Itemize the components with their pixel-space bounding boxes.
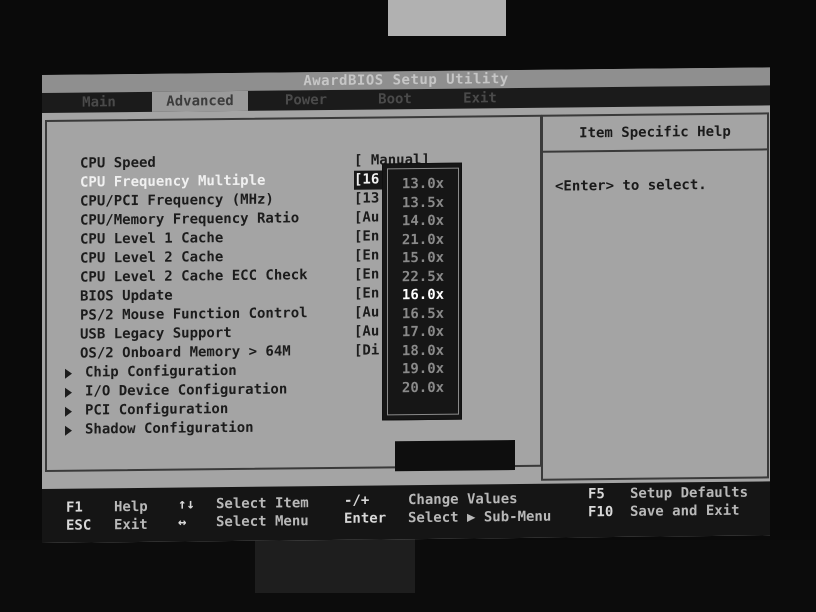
f5-key: F5 xyxy=(588,486,605,503)
setting-label: PS/2 Mouse Function Control xyxy=(80,305,308,324)
f10-desc: Save and Exit xyxy=(630,502,740,520)
setting-label: CPU Frequency Multiple xyxy=(80,172,266,191)
tab-exit[interactable]: Exit xyxy=(450,88,510,109)
popup-option[interactable]: 17.0x xyxy=(388,323,458,342)
setting-value[interactable]: [Au xyxy=(354,208,379,227)
setting-value[interactable]: [Au xyxy=(354,322,379,341)
multiplier-popup[interactable]: 13.0x 13.5x 14.0x 21.0x 15.0x 22.5x 16.0… xyxy=(382,162,462,421)
screen-glare xyxy=(388,0,506,36)
setting-label: BIOS Update xyxy=(80,287,173,305)
esc-desc: Exit xyxy=(114,516,148,534)
help-title: Item Specific Help xyxy=(543,114,767,153)
setting-label: CPU Level 2 Cache ECC Check xyxy=(80,267,308,286)
setting-label: CPU Level 2 Cache xyxy=(80,249,224,267)
monitor-stand xyxy=(255,532,415,593)
tab-advanced[interactable]: Advanced xyxy=(152,90,248,112)
setting-label: CPU/Memory Frequency Ratio xyxy=(80,210,300,229)
popup-option[interactable]: 18.0x xyxy=(388,341,458,360)
leftright-desc: Select Menu xyxy=(216,513,309,531)
plusminus-key: -/+ xyxy=(344,492,370,509)
leftright-key: ↔ xyxy=(178,514,187,531)
setting-label: CPU Speed xyxy=(80,154,156,172)
setting-value[interactable]: [En xyxy=(354,246,379,265)
setting-value[interactable]: [13 xyxy=(354,189,379,208)
help-panel: Item Specific Help <Enter> to select. xyxy=(541,112,769,481)
submenu-label: Chip Configuration xyxy=(85,362,237,381)
submenu-shadow-configuration[interactable]: Shadow Configuration xyxy=(47,416,540,440)
popup-option[interactable]: 19.0x xyxy=(388,360,458,379)
enter-desc: Select ▶ Sub-Menu xyxy=(408,508,552,527)
popup-option[interactable]: 22.5x xyxy=(388,267,458,286)
setting-label: USB Legacy Support xyxy=(80,325,232,343)
submenu-arrow-icon xyxy=(65,425,72,436)
submenu-arrow-icon xyxy=(65,368,72,379)
popup-option-selected[interactable]: 16.0x xyxy=(388,286,458,305)
submenu-arrow-icon xyxy=(65,406,72,417)
key-legend: F1 Help ESC Exit ↑↓ Select Item ↔ Select… xyxy=(42,481,770,543)
tab-boot[interactable]: Boot xyxy=(362,89,428,110)
popup-option[interactable]: 21.0x xyxy=(388,230,458,249)
popup-option[interactable]: 16.5x xyxy=(388,304,458,323)
setting-label: OS/2 Onboard Memory > 64M xyxy=(80,343,291,362)
popup-shadow xyxy=(395,440,515,472)
setting-label: CPU/PCI Frequency (MHz) xyxy=(80,191,274,210)
setting-value[interactable]: [En xyxy=(354,265,379,284)
popup-option[interactable]: 13.5x xyxy=(388,193,458,212)
enter-key: Enter xyxy=(344,510,387,527)
settings-panel: CPU Speed [ Manual] CPU Frequency Multip… xyxy=(45,114,542,472)
f10-key: F10 xyxy=(588,504,614,521)
f1-key: F1 xyxy=(66,499,83,516)
setting-label: CPU Level 1 Cache xyxy=(80,230,224,248)
submenu-label: I/O Device Configuration xyxy=(85,381,288,400)
setting-value[interactable]: [16 xyxy=(354,170,379,189)
updown-key: ↑↓ xyxy=(178,496,195,513)
plusminus-desc: Change Values xyxy=(408,491,518,509)
popup-option[interactable]: 15.0x xyxy=(388,249,458,268)
setting-value[interactable]: [Di xyxy=(354,341,379,360)
popup-option[interactable]: 13.0x xyxy=(388,175,458,194)
tab-power[interactable]: Power xyxy=(270,90,342,111)
bios-screen: AwardBIOS Setup Utility Main Advanced Po… xyxy=(42,67,770,543)
tab-main[interactable]: Main xyxy=(64,92,134,113)
setting-value[interactable]: [Au xyxy=(354,303,379,322)
submenu-label: Shadow Configuration xyxy=(85,419,254,438)
submenu-arrow-icon xyxy=(65,387,72,398)
help-text: <Enter> to select. xyxy=(555,177,707,195)
setting-value[interactable]: [En xyxy=(354,284,379,303)
esc-key: ESC xyxy=(66,517,92,534)
setting-value[interactable]: [En xyxy=(354,227,379,246)
popup-option[interactable]: 20.0x xyxy=(388,378,458,397)
popup-option[interactable]: 14.0x xyxy=(388,212,458,231)
popup-options-frame: 13.0x 13.5x 14.0x 21.0x 15.0x 22.5x 16.0… xyxy=(387,167,459,416)
f5-desc: Setup Defaults xyxy=(630,484,749,502)
updown-desc: Select Item xyxy=(216,495,309,513)
f1-desc: Help xyxy=(114,498,148,516)
submenu-label: PCI Configuration xyxy=(85,401,229,419)
